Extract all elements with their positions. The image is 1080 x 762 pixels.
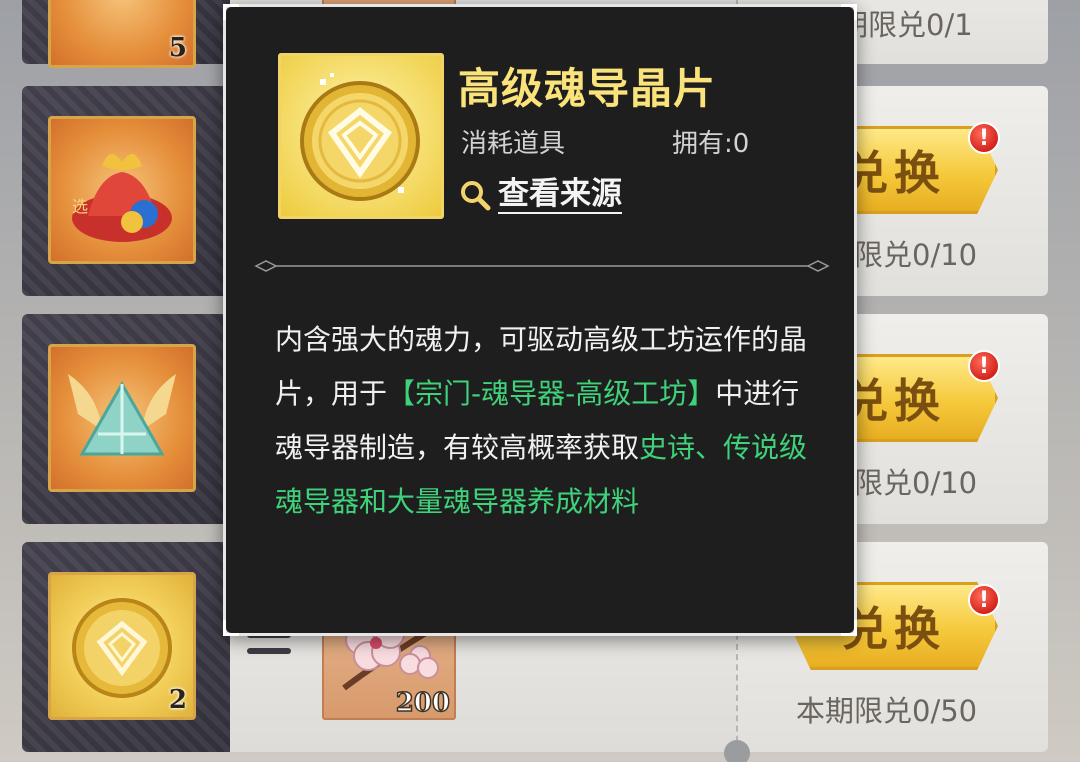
- shop-item-frame[interactable]: 2: [48, 572, 196, 720]
- cost-amount: 200: [395, 687, 451, 718]
- corner-ornament: [223, 4, 239, 20]
- drag-handle: [247, 632, 291, 664]
- gold-crystal-coin-icon: [300, 73, 420, 201]
- gift-bag-icon: 选: [72, 153, 172, 242]
- item-quantity: 5: [168, 33, 187, 63]
- tooltip-item-icon-frame: [278, 53, 444, 219]
- corner-ornament: [841, 4, 857, 20]
- gold-crystal-coin-icon: [72, 598, 172, 698]
- alert-badge: !: [968, 584, 1000, 616]
- ornament-divider: [254, 260, 830, 272]
- corner-ornament: [841, 620, 857, 636]
- owned-count: 拥有:0: [672, 129, 750, 159]
- alert-badge: !: [968, 350, 1000, 382]
- alert-badge: !: [968, 122, 1000, 154]
- ticket-notch: [724, 740, 750, 762]
- view-source-link[interactable]: 查看来源: [458, 173, 622, 217]
- search-icon: [461, 181, 491, 211]
- item-tooltip: 高级魂导晶片 消耗道具 拥有:0 查看来源 内含强大的魂力，可驱动高级工坊运作的…: [223, 4, 857, 636]
- corner-ornament: [223, 620, 239, 636]
- view-source-label: 查看来源: [498, 176, 622, 214]
- item-description: 内含强大的魂力，可驱动高级工坊运作的晶片，用于【宗门-魂导器-高级工坊】中进行魂…: [275, 313, 823, 529]
- winged-crystal-icon: [68, 374, 176, 456]
- item-quantity: 2: [168, 685, 187, 715]
- item-type: 消耗道具: [461, 129, 566, 159]
- svg-text:选: 选: [72, 197, 88, 216]
- description-highlight: 【宗门-魂导器-高级工坊】: [387, 377, 716, 410]
- shop-item-frame[interactable]: 选: [48, 116, 196, 264]
- exchange-limit: 本期限兑0/50: [796, 694, 978, 728]
- shop-item-frame[interactable]: [48, 344, 196, 492]
- shop-item-frame[interactable]: 5: [48, 0, 196, 68]
- tooltip-title: 高级魂导晶片: [458, 64, 717, 113]
